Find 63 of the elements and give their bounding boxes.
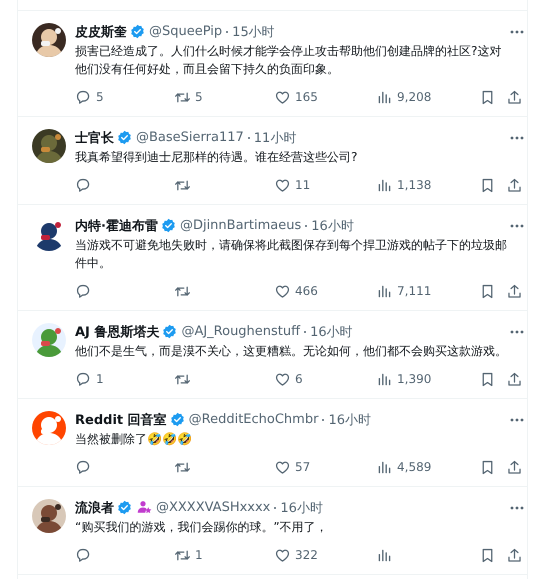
share-icon[interactable]: [506, 546, 523, 564]
share-icon[interactable]: [506, 370, 523, 388]
repost-count: 5: [195, 90, 203, 104]
heart-icon[interactable]: [274, 546, 291, 564]
repost-count: 1: [195, 548, 203, 562]
heart-icon[interactable]: [274, 458, 291, 476]
reply-icon[interactable]: [75, 176, 92, 194]
post-text: 当游戏不可避免地失败时，请确保将此截图保存到每个捍卫游戏的帖子下的垃圾邮件中。: [75, 237, 507, 272]
bar-chart-icon[interactable]: [376, 282, 393, 300]
like-count: 11: [295, 178, 310, 192]
user-handle[interactable]: @AJ_Roughenstuff: [181, 324, 300, 339]
heart-icon[interactable]: [274, 88, 291, 106]
user-name[interactable]: Reddit 回音室: [75, 410, 167, 428]
post-text: 损害已经造成了。人们什么时候才能学会停止攻击帮助他们创建品牌的社区?这对他们没有任何好处，而且会留下持久的负面印象。: [75, 43, 502, 78]
user-handle[interactable]: @RedditEchoChmbr: [188, 412, 318, 427]
like-count: 6: [295, 372, 303, 386]
user-name[interactable]: 内特·霍迪布雷: [75, 216, 158, 234]
user-handle[interactable]: @DjinnBartimaeus: [180, 218, 302, 233]
view-count: 9,208: [397, 90, 432, 104]
like-count: 322: [295, 548, 318, 562]
reply-count: 5: [96, 90, 104, 104]
post-time[interactable]: 11小时: [254, 128, 296, 146]
user-name[interactable]: 流浪者: [75, 498, 114, 516]
post-time[interactable]: 16小时: [311, 216, 354, 234]
bar-chart-icon[interactable]: [376, 546, 393, 564]
post-time[interactable]: 16小时: [280, 498, 323, 516]
user-handle[interactable]: @XXXXVASHxxxx: [156, 500, 270, 515]
bar-chart-icon[interactable]: [376, 370, 393, 388]
share-icon[interactable]: [506, 282, 523, 300]
like-count: 165: [295, 90, 318, 104]
heart-icon[interactable]: [274, 176, 291, 194]
bar-chart-icon[interactable]: [376, 176, 393, 194]
reply-icon[interactable]: [75, 370, 92, 388]
share-icon[interactable]: [506, 176, 523, 194]
post-text: “购买我们的游戏，我们会踢你的球。”不用了，: [75, 519, 329, 536]
bar-chart-icon[interactable]: [376, 88, 393, 106]
post-text: 他们不是生气，而是漠不关心，这更糟糕。无论如何，他们都不会购买这款游戏。: [75, 343, 507, 360]
user-handle[interactable]: @BaseSierra117: [136, 130, 244, 145]
post-time[interactable]: 16小时: [310, 322, 353, 340]
reply-icon[interactable]: [75, 458, 92, 476]
reply-icon[interactable]: [75, 88, 92, 106]
like-count: 466: [295, 284, 318, 298]
user-name[interactable]: AJ 鲁恩斯塔夫: [75, 322, 160, 340]
reply-count: 1: [96, 372, 104, 386]
user-name[interactable]: 士官长: [75, 128, 114, 146]
user-handle[interactable]: @SqueePip: [149, 24, 222, 39]
user-name[interactable]: 皮皮斯奎: [75, 22, 127, 40]
like-count: 57: [295, 460, 310, 474]
share-icon[interactable]: [506, 88, 523, 106]
post-text: 当然被删除了🤣🤣🤣: [75, 431, 193, 448]
reply-icon[interactable]: [75, 546, 92, 564]
heart-icon[interactable]: [274, 370, 291, 388]
view-count: 1,390: [397, 372, 432, 386]
view-count: 4,589: [397, 460, 432, 474]
bar-chart-icon[interactable]: [376, 458, 393, 476]
heart-icon[interactable]: [274, 282, 291, 300]
post-text: 我真希望得到迪士尼那样的待遇。谁在经营这些公司?: [75, 149, 358, 166]
view-count: 1,138: [397, 178, 432, 192]
post-time[interactable]: 15小时: [232, 22, 275, 40]
share-icon[interactable]: [506, 458, 523, 476]
post-time[interactable]: 16小时: [328, 410, 371, 428]
reply-icon[interactable]: [75, 282, 92, 300]
view-count: 7,111: [397, 284, 432, 298]
